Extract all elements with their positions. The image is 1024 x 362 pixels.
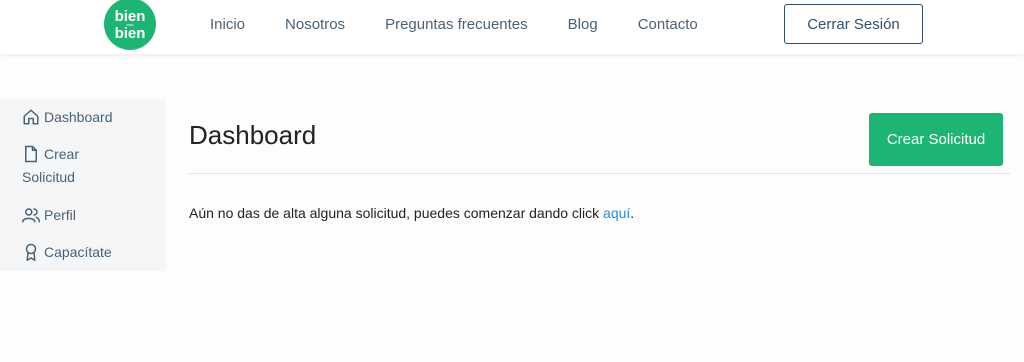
create-request-button[interactable]: Crear Solicitud xyxy=(869,113,1003,166)
users-icon xyxy=(22,206,40,224)
logout-button[interactable]: Cerrar Sesión xyxy=(784,4,923,44)
sidebar-item-label: Dashboard xyxy=(44,109,113,125)
divider xyxy=(189,173,1010,174)
award-icon xyxy=(22,243,40,261)
brand-logo[interactable]: bien con bien xyxy=(104,0,156,50)
logo-text-bottom: bien xyxy=(114,25,146,42)
file-icon xyxy=(22,145,40,163)
main-nav: Inicio Nosotros Preguntas frecuentes Blo… xyxy=(210,16,738,33)
empty-state-end: . xyxy=(630,205,635,221)
create-here-link[interactable]: aquí xyxy=(603,205,630,221)
sidebar-item-label-line2: Solicitud xyxy=(22,169,75,185)
nav-link-contacto[interactable]: Contacto xyxy=(638,16,698,33)
nav-link-blog[interactable]: Blog xyxy=(568,16,598,33)
empty-state-text: Aún no das de alta alguna solicitud, pue… xyxy=(189,205,604,221)
sidebar-item-capacitate[interactable]: Capacítate xyxy=(22,241,112,264)
sidebar-item-label: Capacítate xyxy=(44,244,112,260)
top-navbar: bien con bien Inicio Nosotros Preguntas … xyxy=(0,0,1024,54)
nav-link-nosotros[interactable]: Nosotros xyxy=(285,16,345,33)
home-icon xyxy=(22,108,40,126)
sidebar-item-label: Crear xyxy=(44,146,80,162)
empty-state-message: Aún no das de alta alguna solicitud, pue… xyxy=(189,205,634,221)
sidebar-item-perfil[interactable]: Perfil xyxy=(22,204,76,227)
nav-link-inicio[interactable]: Inicio xyxy=(210,16,245,33)
sidebar-item-label: Perfil xyxy=(44,207,76,223)
page-title: Dashboard xyxy=(189,120,317,150)
sidebar-item-dashboard[interactable]: Dashboard xyxy=(22,106,113,129)
sidebar-item-crear-solicitud[interactable]: Crear Solicitud xyxy=(22,143,79,189)
sidebar: Dashboard Crear Solicitud Perfil Capacít… xyxy=(0,99,166,271)
logo-text-mid: con xyxy=(126,22,134,27)
nav-link-preguntas-frecuentes[interactable]: Preguntas frecuentes xyxy=(385,16,528,33)
